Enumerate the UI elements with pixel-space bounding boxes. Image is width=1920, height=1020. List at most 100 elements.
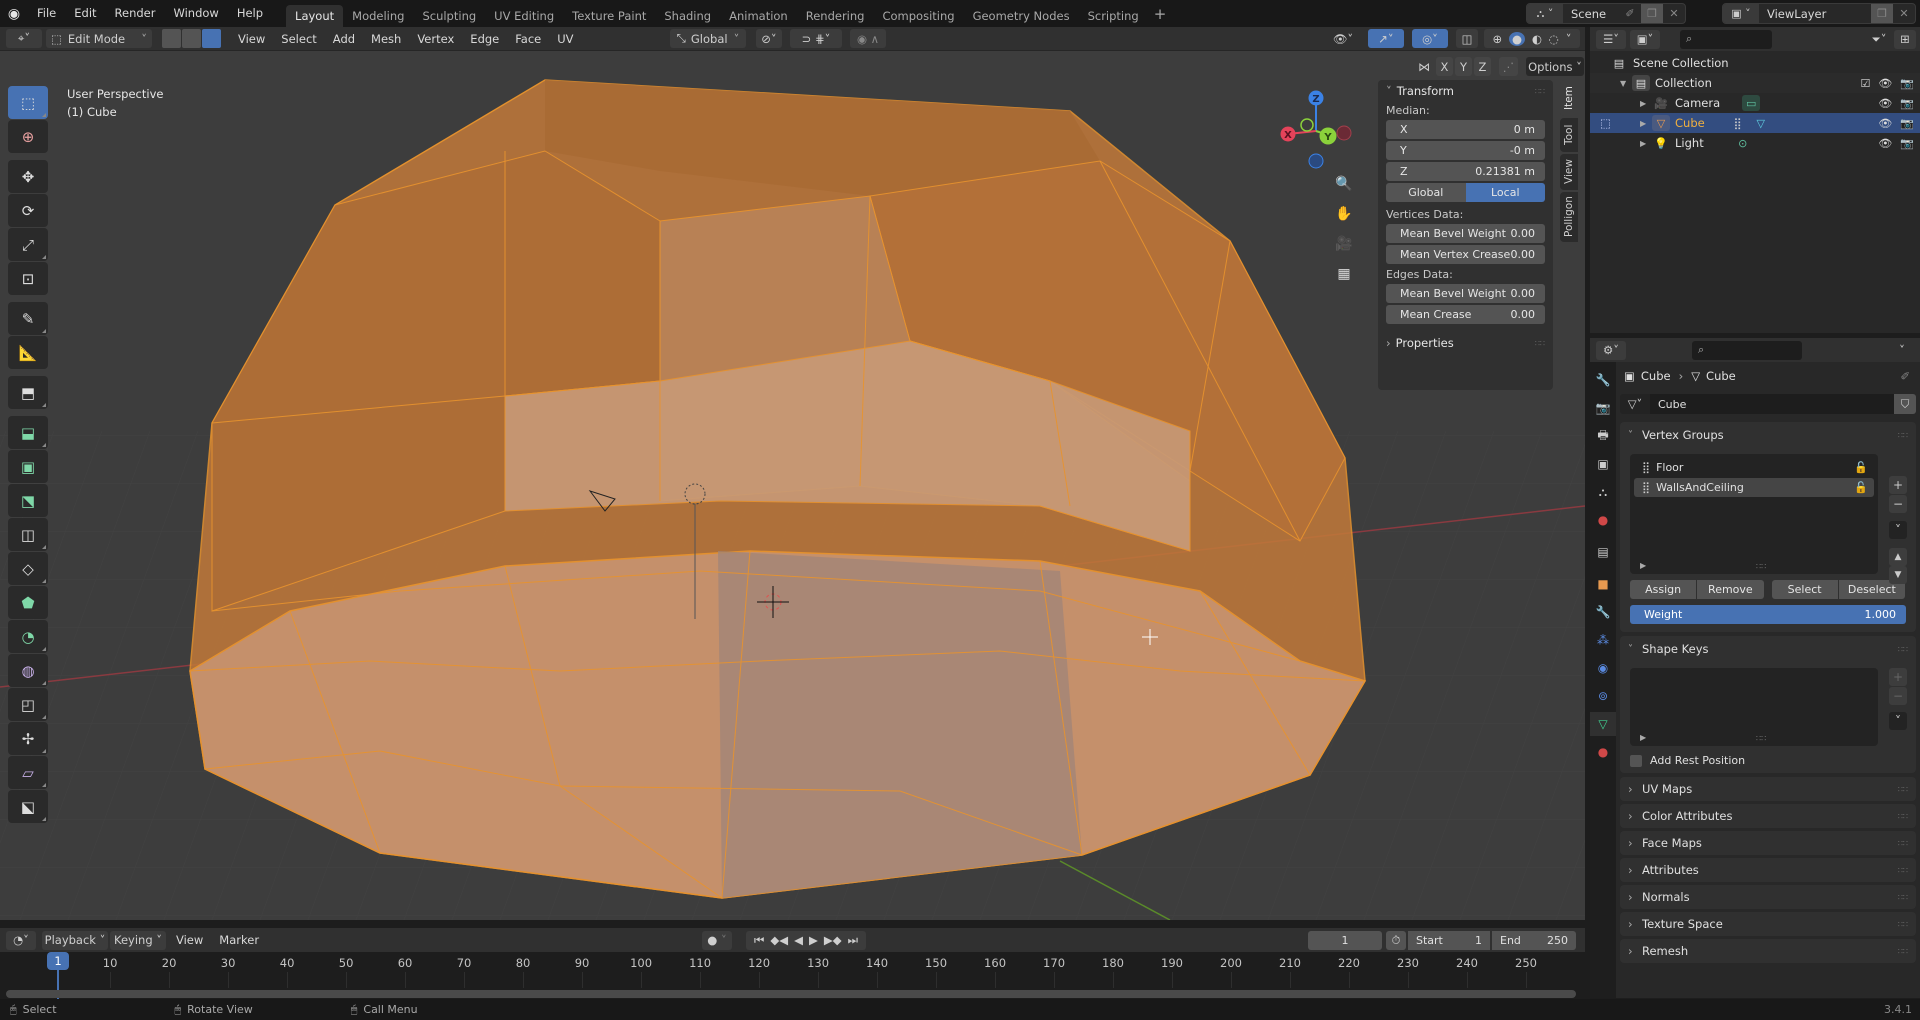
select-button[interactable]: Select xyxy=(1771,580,1838,599)
add-shape-key-button[interactable]: + xyxy=(1889,668,1907,686)
properties-panel-header[interactable]: › Properties ∷∷ xyxy=(1378,332,1553,354)
sidebar-tab-tool[interactable]: Tool xyxy=(1560,118,1578,152)
edge-slide-tool[interactable]: ◰ xyxy=(8,688,48,721)
drag-grip-icon[interactable]: ∷∷ xyxy=(1898,785,1908,794)
add-rest-position-checkbox[interactable] xyxy=(1630,754,1642,767)
menu-file[interactable]: File xyxy=(28,0,65,27)
tab-physics[interactable]: ◉ xyxy=(1590,656,1616,680)
menu-edge[interactable]: Edge xyxy=(462,32,507,46)
3d-viewport[interactable]: User Perspective (1) Cube ⬚ ⊕ ✥ ⟳ ⤢ ⊡ ✎ … xyxy=(0,51,1585,920)
neg-y-axis-icon[interactable] xyxy=(1300,118,1314,132)
filter-button[interactable]: ⏷˅ xyxy=(1866,30,1892,49)
overlay-toggle[interactable]: ◎˅ xyxy=(1412,29,1448,48)
menu-add[interactable]: Add xyxy=(325,32,363,46)
move-up-button[interactable]: ▲ xyxy=(1889,548,1907,566)
outliner-row-scene-collection[interactable]: ▤ Scene Collection xyxy=(1590,53,1920,73)
light-data-icon[interactable]: ⊙ xyxy=(1734,135,1752,151)
tab-tool[interactable]: 🔧 xyxy=(1590,368,1616,392)
mesh-name-field[interactable]: Cube xyxy=(1650,394,1894,414)
timeline-scrollbar[interactable] xyxy=(6,990,1576,998)
extrude-region-tool[interactable]: ⬓ xyxy=(8,416,48,449)
workspace-tab-animation[interactable]: Animation xyxy=(720,5,797,27)
eye-icon[interactable]: 👁 xyxy=(1878,77,1892,90)
tab-particles[interactable]: ⁂ xyxy=(1590,628,1616,652)
workspace-tab-scripting[interactable]: Scripting xyxy=(1079,5,1148,27)
face-maps-panel[interactable]: › Face Maps ∷∷ xyxy=(1620,831,1916,855)
new-view-layer-icon[interactable]: ❐ xyxy=(1871,4,1893,23)
outliner-row-collection[interactable]: ▼ ▤ Collection ☑ 👁 📷 xyxy=(1590,73,1920,93)
rip-region-tool[interactable]: ⬕ xyxy=(8,790,48,823)
view-layer-selector[interactable]: ▣ ˅ ViewLayer ❐ ✕ xyxy=(1722,3,1916,24)
scene-selector[interactable]: ⛬ ˅ Scene ✐ ❐ ✕ xyxy=(1526,3,1686,24)
pin-icon[interactable]: ✐ xyxy=(1900,369,1910,383)
transform-orientation-selector[interactable]: ⤡ Global ˅ xyxy=(670,29,746,48)
mode-selector[interactable]: ⬚ Edit Mode ˅ xyxy=(46,29,152,48)
mirror-x-toggle[interactable]: X xyxy=(1436,57,1453,76)
outliner-row-camera[interactable]: ▶ 🎥 Camera ▭ 👁 📷 xyxy=(1590,93,1920,113)
preview-range-toggle[interactable]: ⏱ xyxy=(1386,930,1406,950)
mesh-browse-button[interactable]: ▽˅ xyxy=(1620,394,1650,414)
tab-output[interactable]: 🖶 xyxy=(1590,424,1616,448)
play-icon[interactable]: ▶ xyxy=(809,933,818,947)
blender-logo-icon[interactable]: ◉ xyxy=(0,0,28,27)
prev-keyframe-icon[interactable]: ◆◀ xyxy=(770,933,788,947)
expand-arrow-icon[interactable]: ▼ xyxy=(1620,79,1632,88)
new-scene-icon[interactable]: ❐ xyxy=(1641,4,1663,23)
cursor-tool[interactable]: ⊕ xyxy=(8,120,48,153)
tab-object[interactable]: ■ xyxy=(1590,572,1616,596)
poly-build-tool[interactable]: ⬟ xyxy=(8,586,48,619)
menu-face[interactable]: Face xyxy=(507,32,549,46)
solid-shading-icon[interactable]: ● xyxy=(1508,31,1525,46)
color-attributes-panel[interactable]: › Color Attributes ∷∷ xyxy=(1620,804,1916,828)
smooth-tool[interactable]: ◍ xyxy=(8,654,48,687)
list-resize-grip-icon[interactable]: ∷∷ xyxy=(1756,734,1766,743)
view-layer-icon[interactable]: ▣ ˅ xyxy=(1723,4,1759,23)
median-y-field[interactable]: Y -0 m xyxy=(1386,141,1545,160)
tab-collection[interactable]: ▤ xyxy=(1590,540,1616,564)
eye-icon[interactable]: 👁 xyxy=(1878,117,1892,130)
snapping-controls[interactable]: ⊃ ⋕˅ xyxy=(790,29,842,48)
editor-type-button[interactable]: ⌖˅ xyxy=(6,29,42,48)
weight-slider[interactable]: Weight 1.000 xyxy=(1630,605,1906,624)
workspace-tab-uv-editing[interactable]: UV Editing xyxy=(485,5,563,27)
navigation-gizmo[interactable]: Z X Y xyxy=(1270,81,1370,191)
tab-world[interactable]: ● xyxy=(1590,508,1616,532)
scale-tool[interactable]: ⤢ xyxy=(8,228,48,261)
normals-panel[interactable]: › Normals ∷∷ xyxy=(1620,885,1916,909)
mean-vertex-crease-field[interactable]: Mean Vertex Crease 0.00 xyxy=(1386,245,1545,264)
expand-arrow-icon[interactable]: ▶ xyxy=(1640,119,1652,128)
shape-keys-header[interactable]: ˅ Shape Keys ∷∷ xyxy=(1620,636,1916,662)
workspace-tab-texture-paint[interactable]: Texture Paint xyxy=(563,5,655,27)
uv-maps-panel[interactable]: › UV Maps ∷∷ xyxy=(1620,777,1916,801)
neg-z-axis-icon[interactable] xyxy=(1308,153,1324,169)
outliner-row-light[interactable]: ▶ 💡 Light ⊙ 👁 📷 xyxy=(1590,133,1920,153)
render-camera-icon[interactable]: 📷 xyxy=(1900,117,1914,130)
knife-tool[interactable]: ◇ xyxy=(8,552,48,585)
tab-modifiers[interactable]: 🔧 xyxy=(1590,600,1616,624)
shape-key-specials-button[interactable]: ˅ xyxy=(1889,712,1907,730)
lock-icon[interactable]: 🔓 xyxy=(1854,481,1868,494)
global-space-button[interactable]: Global xyxy=(1386,183,1466,202)
menu-window[interactable]: Window xyxy=(164,0,227,27)
vertex-groups-header[interactable]: ˅ Vertex Groups ∷∷ xyxy=(1620,422,1916,448)
display-mode-button[interactable]: ▣˅ xyxy=(1630,29,1660,49)
list-expand-icon[interactable]: ▶ xyxy=(1640,561,1646,570)
shear-tool[interactable]: ▱ xyxy=(8,756,48,789)
current-frame-field[interactable]: 1 xyxy=(1308,930,1382,950)
select-box-tool[interactable]: ⬚ xyxy=(8,86,48,119)
xray-toggle[interactable]: ◫ xyxy=(1456,29,1478,48)
editor-type-button[interactable]: ◔˅ xyxy=(6,930,36,950)
neg-x-axis-icon[interactable] xyxy=(1336,125,1352,141)
menu-render[interactable]: Render xyxy=(106,0,165,27)
expand-arrow-icon[interactable]: ▶ xyxy=(1640,139,1652,148)
exclude-checkbox[interactable]: ☑ xyxy=(1860,77,1870,90)
scene-name[interactable]: Scene xyxy=(1563,7,1619,21)
scene-icon[interactable]: ⛬ ˅ xyxy=(1527,4,1563,23)
ortho-toggle-button[interactable]: ▦ xyxy=(1331,261,1357,287)
pin-icon[interactable]: ✐ xyxy=(1619,4,1641,23)
drag-grip-icon[interactable]: ∷∷ xyxy=(1535,339,1545,348)
eye-icon[interactable]: 👁 xyxy=(1878,137,1892,150)
transform-tool[interactable]: ⊡ xyxy=(8,262,48,295)
topology-mirror-toggle[interactable]: ⋰ xyxy=(1499,57,1518,76)
add-vertex-group-button[interactable]: + xyxy=(1889,476,1907,494)
